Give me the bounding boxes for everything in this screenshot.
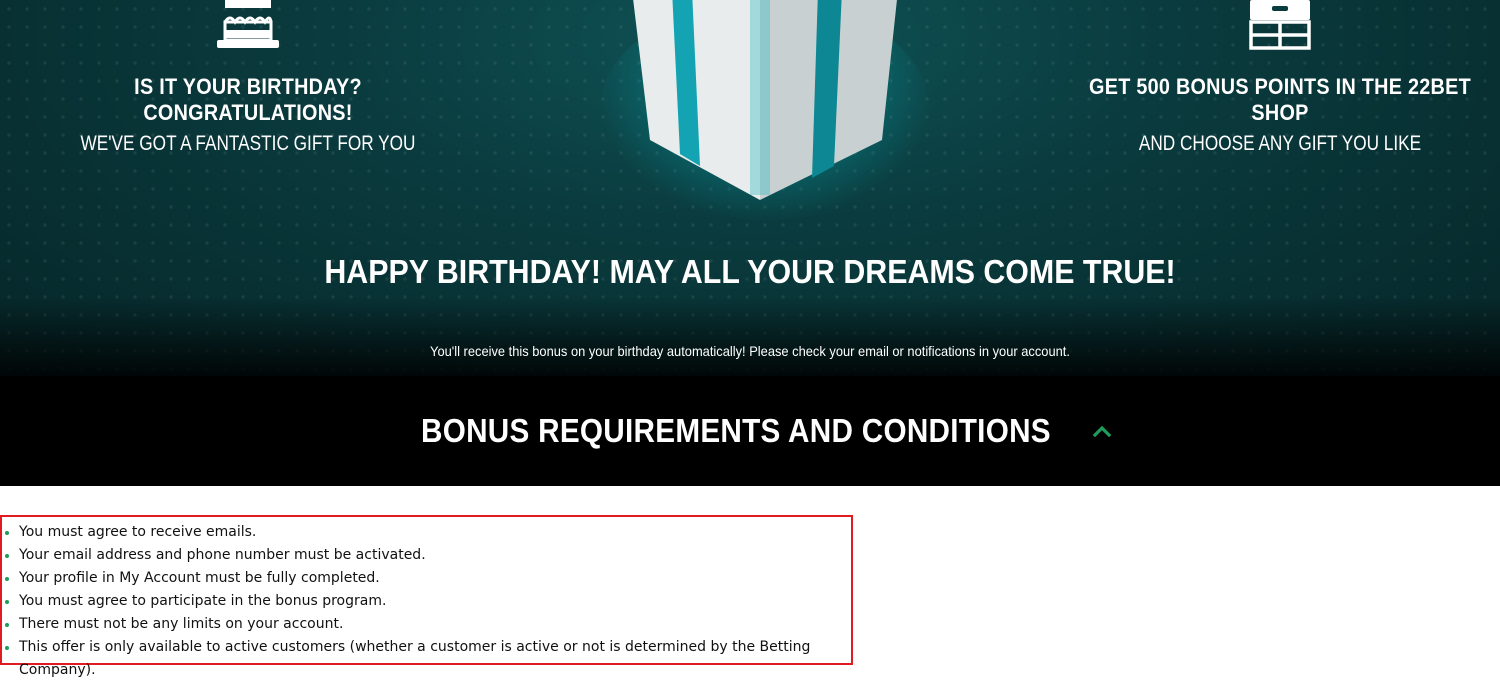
list-item: You must agree to participate in the bon… bbox=[2, 590, 851, 613]
list-item: There must not be any limits on your acc… bbox=[2, 613, 851, 636]
shop-promo-subtitle: AND CHOOSE ANY GIFT YOU LIKE bbox=[1138, 132, 1422, 155]
birthday-promo-title: IS IT YOUR BIRTHDAY? CONGRATULATIONS! bbox=[134, 74, 362, 125]
birthday-headline: HAPPY BIRTHDAY! MAY ALL YOUR DREAMS COME… bbox=[324, 253, 1176, 290]
birthday-cake-icon bbox=[217, 0, 279, 48]
list-item: This offer is only available to active c… bbox=[2, 636, 851, 682]
hero-banner: IS IT YOUR BIRTHDAY? CONGRATULATIONS! WE… bbox=[0, 0, 1500, 376]
shop-promo-block: GET 500 BONUS POINTS IN THE 22BET SHOP A… bbox=[1050, 0, 1500, 156]
birthday-promo-subtitle: WE'VE GOT A FANTASTIC GIFT FOR YOU bbox=[80, 132, 416, 155]
list-item: Your profile in My Account must be fully… bbox=[2, 567, 851, 590]
chevron-up-icon[interactable] bbox=[1090, 419, 1114, 443]
list-item: You must agree to receive emails. bbox=[2, 521, 851, 544]
shop-promo-title: GET 500 BONUS POINTS IN THE 22BET SHOP bbox=[1089, 74, 1471, 125]
conditions-title: BONUS REQUIREMENTS AND CONDITIONS bbox=[421, 412, 1051, 449]
birthday-promo-block: IS IT YOUR BIRTHDAY? CONGRATULATIONS! WE… bbox=[18, 0, 478, 156]
list-item: Your email address and phone number must… bbox=[2, 544, 851, 567]
birthday-subtext: You'll receive this bonus on your birthd… bbox=[430, 343, 1070, 359]
gift-shop-box-icon bbox=[1249, 0, 1311, 50]
gift-box-icon bbox=[633, 0, 897, 200]
conditions-header[interactable]: BONUS REQUIREMENTS AND CONDITIONS bbox=[0, 376, 1500, 486]
requirements-list: You must agree to receive emails. Your e… bbox=[2, 517, 851, 682]
requirements-highlight-box: You must agree to receive emails. Your e… bbox=[0, 515, 853, 678]
